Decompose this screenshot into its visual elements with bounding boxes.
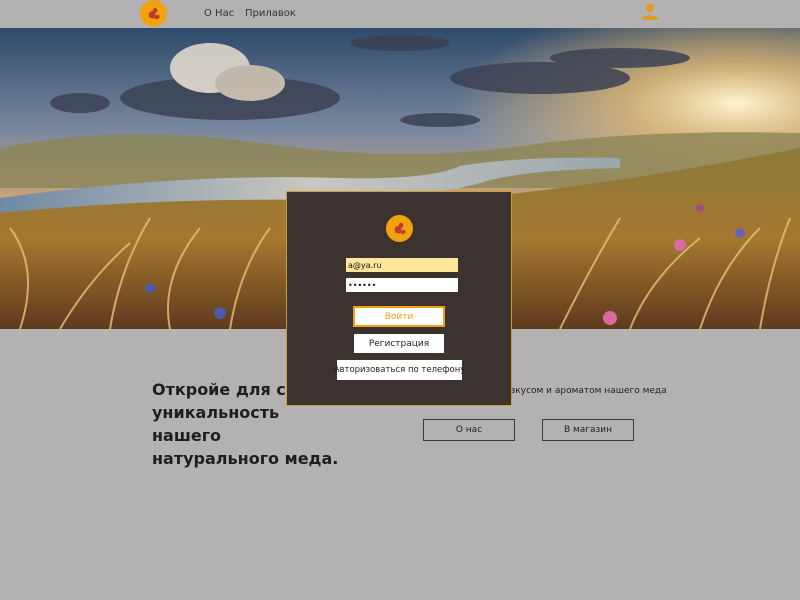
phone-login-button[interactable]: Авторизоваться по телефону	[334, 360, 465, 380]
shop-button[interactable]: В магазин	[542, 419, 634, 441]
password-field[interactable]	[346, 278, 458, 292]
nav-about-link[interactable]: О Нас	[204, 8, 234, 19]
login-modal: Войти Регистрация Авторизоваться по теле…	[286, 191, 512, 406]
login-button[interactable]: Войти	[353, 306, 445, 327]
register-button[interactable]: Регистрация	[354, 334, 444, 353]
squirrel-logo-icon[interactable]	[140, 0, 167, 27]
user-icon[interactable]	[641, 2, 659, 20]
about-button[interactable]: О нас	[423, 419, 515, 441]
nav-shop-link[interactable]: Прилавок	[245, 8, 296, 19]
header: О Нас Прилавок	[0, 0, 800, 28]
email-field[interactable]	[346, 258, 458, 272]
page-subtext: вкусом и ароматом нашего меда	[510, 386, 667, 396]
squirrel-logo-icon	[386, 215, 413, 242]
